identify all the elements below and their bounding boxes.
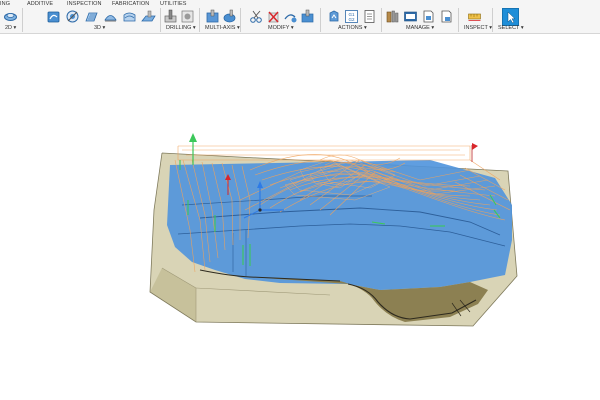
toolpath-trim-icon[interactable] [283,9,298,24]
3d-flat-icon[interactable] [141,9,156,24]
3d-adaptive-icon[interactable] [46,9,61,24]
separator [22,8,23,32]
ribbon-toolbar: ING ADDITIVE INSPECTION FABRICATION UTIL… [0,0,600,34]
group-actions-label[interactable]: ACTIONS ▾ [338,25,367,32]
template-library-icon[interactable] [403,9,418,24]
group-manage-label[interactable]: MANAGE ▾ [406,25,434,32]
model-canvas[interactable] [0,34,600,400]
tool-library-icon[interactable] [385,9,400,24]
setup-sheet-icon[interactable] [362,9,377,24]
g2-label: G2 [348,17,355,22]
document-icon[interactable] [439,9,454,24]
tab-milling[interactable]: ING [0,0,10,8]
3d-viewport[interactable] [0,34,600,400]
delete-icon[interactable] [266,9,281,24]
separator [492,8,493,32]
separator [458,8,459,32]
drill-icon[interactable] [163,9,178,24]
separator [199,8,200,32]
cut-icon[interactable] [249,9,264,24]
separator [381,8,382,32]
group-2d-label[interactable]: 2D ▾ [5,25,16,32]
3d-parallel-icon[interactable] [103,9,118,24]
group-multiaxis-label[interactable]: MULTI-AXIS ▾ [205,25,240,32]
3d-contour-icon[interactable] [122,9,137,24]
tab-utilities[interactable]: UTILITIES [160,0,187,8]
post-process-icon[interactable]: G1 G2 [344,9,359,24]
swarf-icon[interactable] [205,9,220,24]
separator [240,8,241,32]
select-tool-button[interactable] [502,8,519,26]
cursor-arrow-icon [507,11,516,24]
simulate-icon[interactable] [326,9,341,24]
measure-icon[interactable] [467,9,482,24]
group-modify-label[interactable]: MODIFY ▾ [268,25,294,32]
rest-machining-icon[interactable] [300,9,315,24]
separator [160,8,161,32]
group-inspect-label[interactable]: INSPECT ▾ [464,25,492,32]
bore-icon[interactable] [180,9,195,24]
tab-fabrication[interactable]: FABRICATION [112,0,149,8]
multi-axis-contour-icon[interactable] [222,9,237,24]
group-3d-label[interactable]: 3D ▾ [94,25,105,32]
new-folder-icon[interactable] [421,9,436,24]
group-select-label[interactable]: SELECT ▾ [498,25,524,32]
tab-inspection[interactable]: INSPECTION [67,0,102,8]
separator [320,8,321,32]
3d-pocket-icon[interactable] [65,9,80,24]
red-flag-icon [471,143,478,162]
3d-steep-shallow-icon[interactable] [84,9,99,24]
tab-additive[interactable]: ADDITIVE [27,0,53,8]
group-drilling-label[interactable]: DRILLING ▾ [166,25,196,32]
2d-adaptive-icon[interactable] [3,9,18,24]
